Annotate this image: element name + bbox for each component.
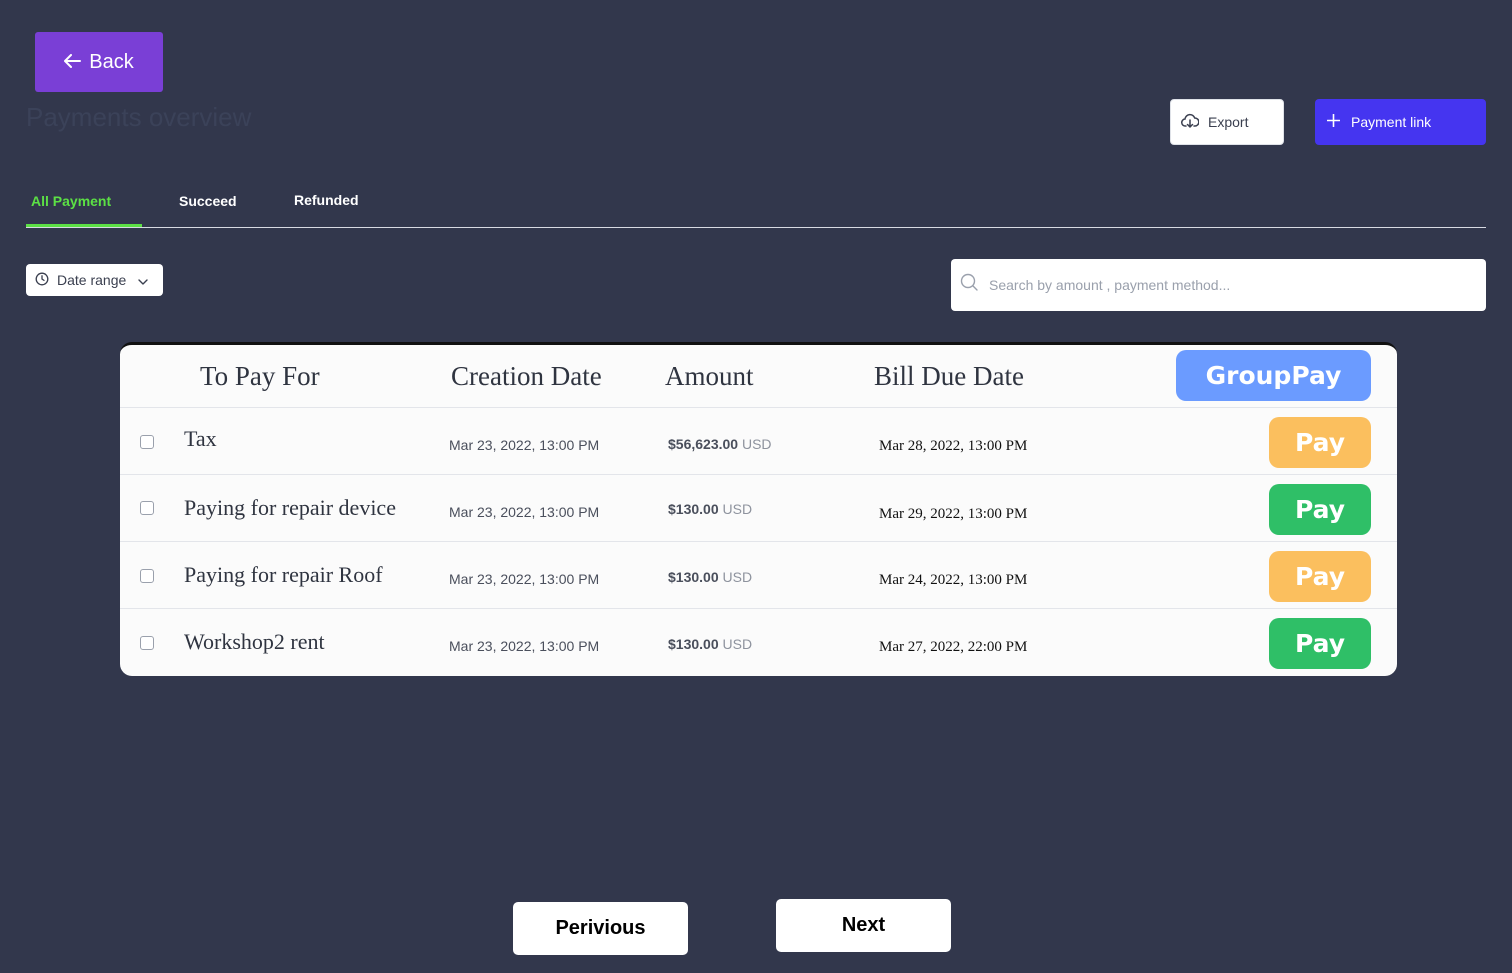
back-button-label: Back — [89, 50, 134, 73]
row-checkbox[interactable] — [140, 636, 154, 650]
column-header-creation-date: Creation Date — [451, 361, 602, 391]
row-due-date: Mar 29, 2022, 13:00 PM — [879, 506, 1028, 522]
row-due-date: Mar 27, 2022, 22:00 PM — [879, 639, 1028, 655]
search-icon — [960, 273, 979, 297]
row-checkbox[interactable] — [140, 501, 154, 515]
row-amount: $56,623.00 USD — [668, 436, 772, 452]
table-row: Tax Mar 23, 2022, 13:00 PM $56,623.00 US… — [120, 407, 1397, 474]
date-range-label: Date range — [57, 272, 127, 288]
row-amount-currency: USD — [722, 636, 753, 652]
tab-all-payment[interactable]: All Payment — [31, 193, 111, 209]
row-amount-value: $130.00 — [668, 636, 719, 652]
row-pay-for: Tax — [184, 426, 217, 451]
row-due-date: Mar 24, 2022, 13:00 PM — [879, 572, 1028, 588]
row-checkbox[interactable] — [140, 569, 154, 583]
pay-button[interactable]: Pay — [1269, 551, 1371, 602]
page-title: Payments overview — [26, 102, 252, 132]
row-amount-value: $56,623.00 — [668, 436, 739, 452]
date-range-dropdown[interactable]: Date range — [26, 264, 163, 296]
export-button-label: Export — [1208, 114, 1249, 130]
previous-page-button[interactable]: Perivious — [513, 902, 688, 955]
column-header-bill-due-date: Bill Due Date — [874, 361, 1024, 391]
pay-button[interactable]: Pay — [1269, 484, 1371, 535]
row-pay-for: Workshop2 rent — [184, 629, 325, 654]
row-amount-currency: USD — [722, 501, 753, 517]
row-creation-date: Mar 23, 2022, 13:00 PM — [449, 437, 600, 453]
row-due-date: Mar 28, 2022, 13:00 PM — [879, 438, 1028, 454]
row-amount: $130.00 USD — [668, 569, 752, 585]
pay-button[interactable]: Pay — [1269, 417, 1371, 468]
plus-icon — [1326, 113, 1341, 130]
cloud-download-icon — [1181, 113, 1200, 132]
row-amount: $130.00 USD — [668, 636, 752, 652]
row-amount-currency: USD — [722, 569, 753, 585]
column-header-to-pay-for: To Pay For — [200, 361, 320, 391]
row-pay-for: Paying for repair Roof — [184, 562, 383, 587]
export-button[interactable]: Export — [1170, 99, 1284, 145]
table-row: Paying for repair Roof Mar 23, 2022, 13:… — [120, 541, 1397, 608]
table-row: Workshop2 rent Mar 23, 2022, 13:00 PM $1… — [120, 608, 1397, 675]
table-row: Paying for repair device Mar 23, 2022, 1… — [120, 474, 1397, 541]
next-page-button[interactable]: Next — [776, 899, 951, 952]
row-pay-for: Paying for repair device — [184, 495, 396, 520]
row-amount-currency: USD — [741, 436, 772, 452]
row-checkbox[interactable] — [140, 435, 154, 449]
pay-button[interactable]: Pay — [1269, 618, 1371, 669]
tabs-divider — [26, 227, 1486, 228]
row-creation-date: Mar 23, 2022, 13:00 PM — [449, 571, 600, 587]
tab-refunded[interactable]: Refunded — [294, 192, 359, 208]
search-box — [951, 259, 1486, 311]
payment-link-button[interactable]: Payment link — [1315, 99, 1486, 145]
row-amount-value: $130.00 — [668, 501, 719, 517]
clock-icon — [35, 272, 49, 289]
payments-table: To Pay For Creation Date Amount Bill Due… — [120, 342, 1397, 676]
row-amount: $130.00 USD — [668, 501, 752, 517]
row-creation-date: Mar 23, 2022, 13:00 PM — [449, 504, 600, 520]
arrow-left-icon — [64, 51, 82, 74]
row-creation-date: Mar 23, 2022, 13:00 PM — [449, 638, 600, 654]
back-button[interactable]: Back — [35, 32, 163, 92]
payment-link-button-label: Payment link — [1351, 114, 1432, 130]
row-amount-value: $130.00 — [668, 569, 719, 585]
group-pay-button[interactable]: GroupPay — [1176, 350, 1371, 401]
search-input[interactable] — [987, 276, 1486, 294]
chevron-down-icon — [138, 272, 148, 288]
column-header-amount: Amount — [665, 361, 754, 391]
tab-succeed[interactable]: Succeed — [179, 193, 237, 209]
